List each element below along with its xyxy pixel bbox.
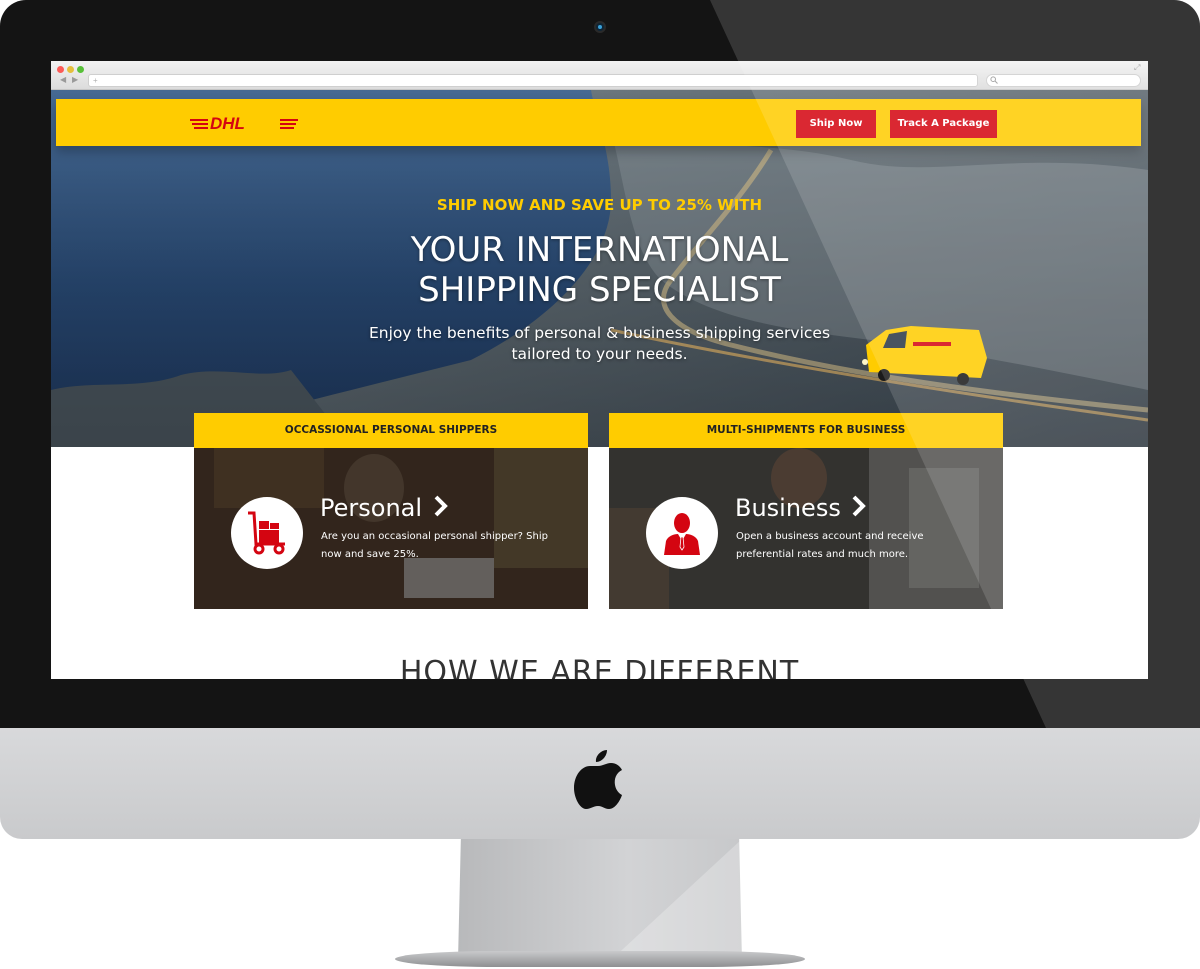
business-card-body[interactable]: Business Open a business account and rec… [609, 448, 1003, 609]
business-card-heading-text[interactable]: Business [735, 494, 841, 522]
forward-arrow-icon[interactable]: ▶ [72, 75, 78, 84]
address-bar[interactable]: + [88, 74, 978, 87]
hero-section: DHL Ship Now Track A Package SHIP NOW AN… [51, 90, 1148, 447]
hero-title-line-1: YOUR INTERNATIONAL [410, 230, 789, 270]
business-shipper-card[interactable]: MULTI-SHIPMENTS FOR BUSINESS Business Op… [609, 413, 1003, 609]
site-header: DHL Ship Now Track A Package [56, 99, 1141, 146]
chevron-right-icon [853, 495, 867, 517]
search-icon [990, 76, 998, 84]
back-arrow-icon[interactable]: ◀ [60, 75, 66, 84]
hero-eyebrow: SHIP NOW AND SAVE UP TO 25% WITH [436, 196, 763, 214]
personal-card-heading[interactable]: Personal [320, 494, 448, 522]
personal-card-tab[interactable]: OCCASSIONAL PERSONAL SHIPPERS [194, 413, 588, 448]
window-minimize-button[interactable] [67, 66, 74, 73]
personal-icon-badge [231, 497, 303, 569]
personal-card-heading-text[interactable]: Personal [320, 494, 422, 522]
monitor-stand-base [395, 951, 805, 967]
ship-now-button[interactable]: Ship Now [796, 110, 876, 138]
monitor-screen: ◀ ▶ + ⤢ DHL Ship Now Track A Package SHI… [51, 61, 1148, 679]
dhl-logo[interactable]: DHL [190, 113, 300, 133]
hero-title-line-2: SHIPPING SPECIALIST [418, 270, 781, 310]
browser-toolbar: ◀ ▶ + ⤢ [51, 61, 1148, 90]
business-card-tab[interactable]: MULTI-SHIPMENTS FOR BUSINESS [609, 413, 1003, 448]
fullscreen-icon[interactable]: ⤢ [1134, 63, 1140, 73]
business-icon-badge [646, 497, 718, 569]
svg-text:DHL: DHL [210, 114, 245, 133]
personal-card-body[interactable]: Personal Are you an occasional personal … [194, 448, 588, 609]
track-package-button[interactable]: Track A Package [890, 110, 997, 138]
section-heading: HOW WE ARE DIFFERENT [399, 655, 800, 679]
businessman-icon [664, 513, 700, 555]
personal-shipper-card[interactable]: OCCASSIONAL PERSONAL SHIPPERS Personal A… [194, 413, 588, 609]
hero-subtitle: Enjoy the benefits of personal & busines… [368, 324, 831, 363]
window-maximize-button[interactable] [77, 66, 84, 73]
chevron-right-icon [434, 495, 448, 517]
business-card-heading[interactable]: Business [735, 494, 867, 522]
personal-card-description: Are you an occasional personal shipper? … [321, 531, 548, 560]
window-close-button[interactable] [57, 66, 64, 73]
business-card-description: Open a business account and receive pref… [736, 531, 924, 560]
hero-title: YOUR INTERNATIONAL SHIPPING SPECIALIST [51, 230, 1148, 310]
apple-logo-icon [574, 750, 622, 809]
webcam [594, 21, 606, 33]
hand-truck-icon [248, 511, 285, 555]
browser-search-field[interactable] [986, 74, 1141, 87]
